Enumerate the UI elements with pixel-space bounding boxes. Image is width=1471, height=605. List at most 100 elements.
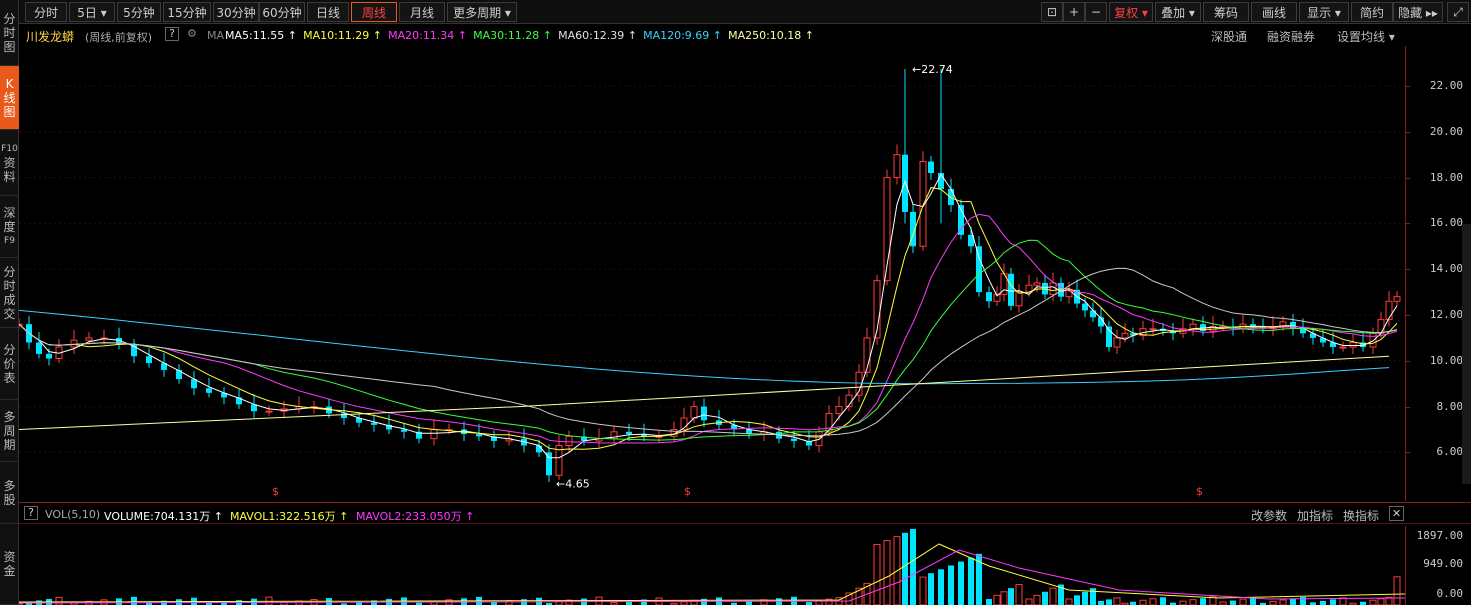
toolbar-button-chouma[interactable]: 筹码 [1203, 2, 1249, 22]
sidebar-item-label: 时 [3, 278, 16, 293]
candle-body-up [835, 406, 843, 414]
price-axis-tick: 14.00 [1429, 262, 1463, 276]
volume-bar-up [1189, 599, 1197, 605]
toolbar-button-gengduo[interactable]: 更多周期 ▾ [447, 2, 517, 22]
info-link-1[interactable]: 融资融券 [1267, 28, 1315, 45]
volume-bar-up [1239, 598, 1247, 605]
mavol2-line [19, 549, 1405, 604]
sidebar-item-label: 金 [3, 564, 16, 578]
vol-value-0: VOLUME:704.131万 ↑ [104, 510, 223, 523]
ma60-line [19, 267, 1398, 437]
sidebar-item-zijin[interactable]: 资金 [0, 524, 19, 605]
volume-bar-down [1042, 591, 1048, 605]
sidebar-item-fenshi[interactable]: 分时图 [0, 0, 19, 66]
vol-link-2[interactable]: 换指标 [1343, 507, 1379, 524]
toolbar-button-xianshi[interactable]: 显示 ▾ [1299, 2, 1349, 22]
volume-bar-up [1179, 600, 1187, 605]
sidebar-item-kline[interactable]: K线图 [0, 66, 19, 130]
close-icon[interactable]: ✕ [1389, 506, 1404, 521]
vol-link-0[interactable]: 改参数 [1251, 507, 1287, 524]
candle-body-up [1385, 300, 1393, 321]
right-scroll-handle[interactable] [1462, 224, 1471, 484]
toolbar-button-yuexian[interactable]: 月线 [399, 2, 445, 22]
candle-body-up [565, 435, 573, 447]
vol-help-icon[interactable]: ? [24, 506, 38, 520]
candle-body-up [1015, 291, 1023, 307]
volume-bar-up [1149, 598, 1157, 605]
toolbar-button-diejia[interactable]: 叠加 ▾ [1155, 2, 1201, 22]
toolbar-button-minus[interactable]: − [1085, 2, 1107, 22]
volume-bar-up [1269, 600, 1277, 605]
candle-body-up [85, 337, 93, 341]
volume-bar-down [938, 569, 944, 605]
volume-bar-down [701, 598, 707, 605]
ma-value-5: MA120:9.69 ↑ [643, 29, 723, 42]
toolbar-button-lock[interactable]: ⊡ [1041, 2, 1063, 22]
sidebar-item-label: 度 [3, 219, 16, 234]
candle-body-down [206, 388, 212, 393]
gear-icon[interactable]: ⚙ [187, 27, 197, 40]
candle-body-up [1349, 341, 1357, 348]
ma-info-bar: 川发龙蟒 (周线,前复权) ? ⚙ MA MA5:11.55 ↑ MA10:11.… [19, 25, 1471, 46]
candle-body-down [626, 431, 632, 435]
info-link-0[interactable]: 深股通 [1211, 28, 1247, 45]
toolbar-button-fullscreen[interactable]: ⤢ [1447, 2, 1469, 22]
toolbar-button-60fz[interactable]: 60分钟 [259, 2, 305, 22]
sidebar-item-label: K [5, 76, 14, 91]
candle-body-down [1008, 273, 1014, 306]
candle-body-down [36, 342, 42, 354]
toolbar-button-huaxian[interactable]: 画线 [1251, 2, 1297, 22]
sidebar-item-label: 料 [3, 169, 16, 184]
volume-bar-up [1113, 597, 1121, 605]
sidebar-item-fenshicj[interactable]: 分时成交 [0, 258, 19, 328]
volume-bar-down [968, 557, 974, 605]
volume-bar-up [1393, 576, 1401, 605]
info-link-2[interactable]: 设置均线 ▾ [1337, 28, 1395, 45]
volume-bar-up [883, 540, 891, 605]
volume-bar-up [1015, 584, 1023, 605]
vol-link-1[interactable]: 加指标 [1297, 507, 1333, 524]
candle-body-up [815, 431, 823, 447]
sidebar-item-label: F9 [4, 235, 15, 246]
kline-chart[interactable]: ←22.74 ←4.65 $ $ $ [19, 46, 1405, 501]
candle-body-up [70, 339, 78, 348]
toolbar-button-plus[interactable]: + [1063, 2, 1085, 22]
ma-value-3: MA30:11.28 ↑ [473, 29, 553, 42]
dividend-marker: $ [684, 485, 691, 498]
toolbar-button-fuquan[interactable]: 复权 ▾ [1109, 2, 1153, 22]
volume-chart[interactable] [19, 526, 1405, 605]
candle-body-down [791, 438, 797, 441]
sidebar-item-label: 多 [3, 478, 16, 493]
price-axis-tick: 22.00 [1429, 79, 1463, 92]
toolbar-button-fenshi[interactable]: 分时 [25, 2, 67, 22]
toolbar-button-yincang[interactable]: 隐藏 ▸▸ [1393, 2, 1443, 22]
chart-description: (周线,前复权) [85, 31, 153, 44]
toolbar-button-5fz[interactable]: 5分钟 [117, 2, 161, 22]
price-axis-tick: 20.00 [1429, 124, 1463, 138]
period-toolbar: 分时 5日 ▾ 5分钟 15分钟 30分钟 60分钟 日线 周线 月线 更多周期 ▾ ⊡ + − 复权 ▾… [19, 0, 1471, 24]
candle-body-down [46, 353, 52, 359]
sidebar-item-shendu[interactable]: 深度 F9 [0, 196, 19, 258]
volume-bar-down [958, 561, 964, 605]
sidebar-item-fenjia[interactable]: 分价表 [0, 328, 19, 400]
toolbar-button-zhouxian[interactable]: 周线 [351, 2, 397, 22]
sidebar-item-duozhouqi[interactable]: 多周期 [0, 400, 19, 462]
candle-body-up [1121, 332, 1129, 339]
help-icon[interactable]: ? [165, 27, 179, 41]
volume-bar-down [1330, 599, 1336, 605]
price-axis-tickmark [1406, 86, 1410, 87]
sidebar-item-label: 资 [3, 550, 16, 564]
sidebar-item-label: 周 [3, 423, 16, 438]
volume-bar-down [1290, 598, 1296, 605]
sidebar-item-f10[interactable]: F10 资料 [0, 130, 19, 196]
toolbar-button-5ri[interactable]: 5日 ▾ [69, 2, 115, 22]
toolbar-button-15fz[interactable]: 15分钟 [163, 2, 211, 22]
sidebar-item-label: 股 [3, 492, 16, 507]
toolbar-button-jianyue[interactable]: 简约 [1351, 2, 1393, 22]
toolbar-button-30fz[interactable]: 30分钟 [213, 2, 259, 22]
price-axis-tickmark [1406, 315, 1410, 316]
sidebar-item-label: 分 [3, 342, 16, 357]
toolbar-button-rixian[interactable]: 日线 [307, 2, 349, 22]
sidebar-item-duogu[interactable]: 多股 [0, 462, 19, 524]
price-axis-tick: 16.00 [1429, 216, 1463, 230]
